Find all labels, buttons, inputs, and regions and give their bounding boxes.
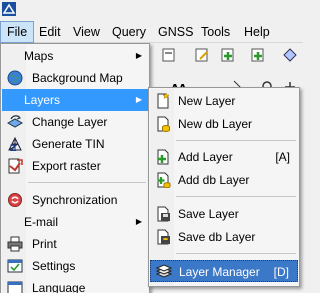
file-menu-export-raster-label: Export raster	[32, 159, 101, 173]
layer-manager-icon	[156, 264, 172, 278]
title-bar	[0, 0, 303, 18]
layer-edit-icon[interactable]	[194, 47, 210, 63]
menu-view[interactable]: View	[67, 21, 106, 43]
save-db-layer-icon	[157, 229, 170, 245]
file-menu-layers[interactable]: Layers ▶	[2, 89, 148, 111]
layers-menu-layer-manager[interactable]: Layer Manager [D]	[150, 260, 298, 282]
file-menu-background-map-label: Background Map	[32, 71, 123, 85]
file-menu-generate-tin[interactable]: Z Generate TIN	[2, 133, 148, 155]
layers-submenu: New Layer New db Layer Add Layer [A] Add…	[148, 87, 300, 287]
file-menu-synchronization[interactable]: Synchronization	[2, 189, 148, 211]
toolbar	[150, 44, 303, 68]
layers-menu-layer-manager-label: Layer Manager	[179, 265, 260, 279]
file-menu-print[interactable]: Print	[2, 233, 148, 255]
new-layer-icon	[157, 93, 170, 109]
menu-gnss[interactable]: GNSS	[152, 21, 199, 43]
export-raster-icon	[8, 158, 23, 174]
layers-menu-new-layer-label: New Layer	[178, 94, 236, 108]
svg-text:Z: Z	[10, 144, 17, 152]
menu-help[interactable]: Help	[238, 21, 276, 43]
file-menu-email[interactable]: E-mail ▶	[2, 211, 148, 233]
menu-separator	[176, 196, 296, 197]
file-menu-maps[interactable]: Maps ▶	[2, 45, 148, 67]
submenu-arrow-icon: ▶	[135, 217, 142, 226]
add-db-layer-toolbar-icon[interactable]	[250, 47, 266, 63]
layer-icon[interactable]	[161, 47, 177, 63]
layers-menu-layer-manager-shortcut: [D]	[273, 265, 289, 279]
menu-file[interactable]: File	[0, 21, 35, 43]
file-menu-maps-label: Maps	[24, 49, 54, 63]
submenu-arrow-icon: ▶	[135, 51, 142, 60]
settings-icon	[7, 259, 23, 273]
menu-tools[interactable]: Tools	[195, 21, 236, 43]
layers-menu-add-layer-shortcut: [A]	[275, 150, 290, 164]
globe-icon	[7, 70, 23, 86]
sync-icon	[8, 193, 22, 207]
file-menu-print-label: Print	[32, 237, 57, 251]
layers-menu-add-layer[interactable]: Add Layer [A]	[150, 146, 298, 168]
file-menu: Maps ▶ Background Map Layers ▶ Change La…	[0, 43, 150, 293]
file-menu-language[interactable]: Language	[2, 277, 148, 293]
save-layer-icon	[157, 206, 170, 222]
file-menu-synchronization-label: Synchronization	[32, 193, 118, 207]
file-menu-change-layer[interactable]: Change Layer	[2, 111, 148, 133]
layers-menu-save-layer[interactable]: Save Layer	[150, 203, 298, 225]
menu-separator	[176, 140, 296, 141]
file-menu-layers-label: Layers	[24, 93, 61, 107]
layers-menu-add-db-layer[interactable]: Add db Layer	[150, 169, 298, 191]
change-layer-icon	[7, 115, 23, 128]
layers-menu-add-layer-label: Add Layer	[178, 150, 233, 164]
submenu-arrow-icon: ▶	[135, 95, 142, 104]
layers-menu-add-db-layer-label: Add db Layer	[178, 173, 250, 187]
file-menu-settings[interactable]: Settings	[2, 255, 148, 277]
layers-menu-new-layer[interactable]: New Layer	[150, 90, 298, 112]
menu-separator	[28, 182, 146, 183]
menu-separator	[176, 253, 296, 254]
add-db-layer-icon	[157, 172, 171, 188]
app-logo-icon	[2, 2, 16, 16]
new-db-layer-icon	[157, 116, 170, 132]
menu-query[interactable]: Query	[106, 21, 152, 43]
file-menu-generate-tin-label: Generate TIN	[32, 137, 105, 151]
file-menu-email-label: E-mail	[24, 215, 59, 229]
layers-menu-new-db-layer[interactable]: New db Layer	[150, 113, 298, 135]
layers-menu-new-db-layer-label: New db Layer	[178, 117, 253, 131]
tin-icon: Z	[8, 136, 22, 152]
layers-menu-save-layer-label: Save Layer	[178, 207, 239, 221]
add-layer-toolbar-icon[interactable]	[220, 47, 236, 63]
file-menu-export-raster[interactable]: Export raster	[2, 155, 148, 177]
layers-menu-save-db-layer[interactable]: Save db Layer	[150, 226, 298, 248]
file-menu-change-layer-label: Change Layer	[32, 115, 108, 129]
language-icon	[7, 281, 23, 293]
menu-bar: File Edit View Query GNSS Tools Help	[0, 21, 303, 43]
printer-icon	[7, 236, 23, 252]
file-menu-background-map[interactable]: Background Map	[2, 67, 148, 89]
arrows-icon[interactable]	[282, 47, 298, 63]
add-layer-icon	[157, 149, 169, 165]
menu-edit[interactable]: Edit	[33, 21, 67, 43]
file-menu-settings-label: Settings	[32, 259, 76, 273]
layers-menu-save-db-layer-label: Save db Layer	[178, 230, 256, 244]
file-menu-language-label: Language	[32, 281, 86, 293]
